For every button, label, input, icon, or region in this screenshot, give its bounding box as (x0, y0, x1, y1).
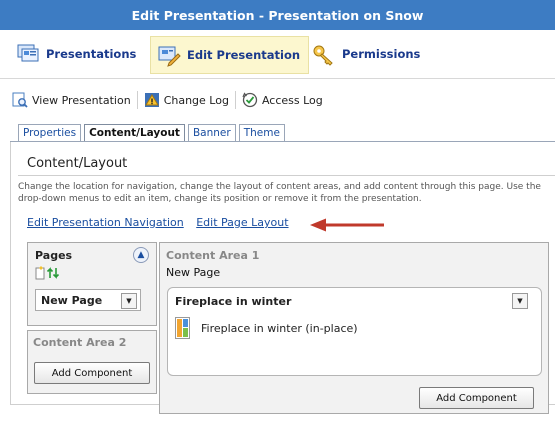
access-log-label: Access Log (261, 93, 323, 107)
presentations-icon (16, 42, 40, 66)
nav-edit-presentation[interactable]: Edit Presentation (150, 36, 310, 74)
edit-presentation-icon (157, 43, 181, 67)
toolbar: View Presentation Change Log Access Log (0, 86, 555, 114)
component-item[interactable]: Fireplace in winter (in-place) (201, 322, 358, 335)
new-page-icon[interactable] (35, 266, 45, 280)
window-title-bar: Edit Presentation - Presentation on Snow (0, 0, 555, 30)
nav-presentations-label: Presentations (46, 47, 137, 61)
add-component-button-area-1[interactable]: Add Component (419, 387, 534, 409)
sort-icon[interactable] (46, 267, 60, 279)
section-divider (18, 175, 555, 176)
tab-banner[interactable]: Banner (187, 124, 236, 141)
page-select-value: New Page (41, 293, 103, 307)
main-nav: Presentations Edit Presentation Permissi… (0, 30, 555, 79)
content-area-1-title: Content Area 1 (166, 249, 260, 262)
red-arrow (310, 218, 384, 232)
change-log-icon (144, 92, 160, 108)
collapse-icon[interactable]: ▲ (133, 247, 149, 263)
view-presentation-label: View Presentation (32, 93, 131, 107)
section-title: Content/Layout (27, 156, 128, 171)
content-area-1-page-name: New Page (166, 266, 221, 279)
section-description: Change the location for navigation, chan… (18, 182, 541, 204)
dropdown-icon[interactable]: ▼ (512, 293, 528, 309)
permissions-icon (312, 42, 336, 66)
edit-navigation-link[interactable]: Edit Presentation Navigation (27, 216, 184, 229)
pages-tools (35, 266, 60, 280)
page-select[interactable]: New Page ▼ (35, 289, 141, 311)
image-component-icon (175, 317, 190, 339)
nav-permissions-label: Permissions (342, 47, 421, 61)
component-title: Fireplace in winter (175, 295, 292, 308)
nav-presentations[interactable]: Presentations (16, 36, 136, 72)
tab-theme[interactable]: Theme (238, 124, 285, 141)
edit-page-layout-link[interactable]: Edit Page Layout (196, 216, 288, 229)
access-log-link[interactable]: Access Log (236, 92, 329, 108)
nav-edit-presentation-label: Edit Presentation (187, 48, 301, 62)
tab-content-layout[interactable]: Content/Layout (84, 124, 185, 141)
change-log-label: Change Log (163, 93, 229, 107)
add-component-button-area-2[interactable]: Add Component (34, 362, 150, 384)
tab-bar: Properties Content/Layout Banner Theme (18, 121, 288, 141)
change-log-link[interactable]: Change Log (138, 92, 235, 108)
window-title: Edit Presentation - Presentation on Snow (131, 7, 424, 23)
tab-properties[interactable]: Properties (18, 124, 82, 141)
view-presentation-link[interactable]: View Presentation (0, 92, 137, 108)
access-log-icon (242, 92, 258, 108)
nav-permissions[interactable]: Permissions (312, 36, 420, 72)
pages-title: Pages (35, 249, 73, 262)
dropdown-icon[interactable]: ▼ (121, 293, 137, 309)
view-presentation-icon (12, 92, 28, 108)
section-links: Edit Presentation Navigation Edit Page L… (27, 216, 289, 229)
content-area-2-title: Content Area 2 (33, 336, 127, 349)
